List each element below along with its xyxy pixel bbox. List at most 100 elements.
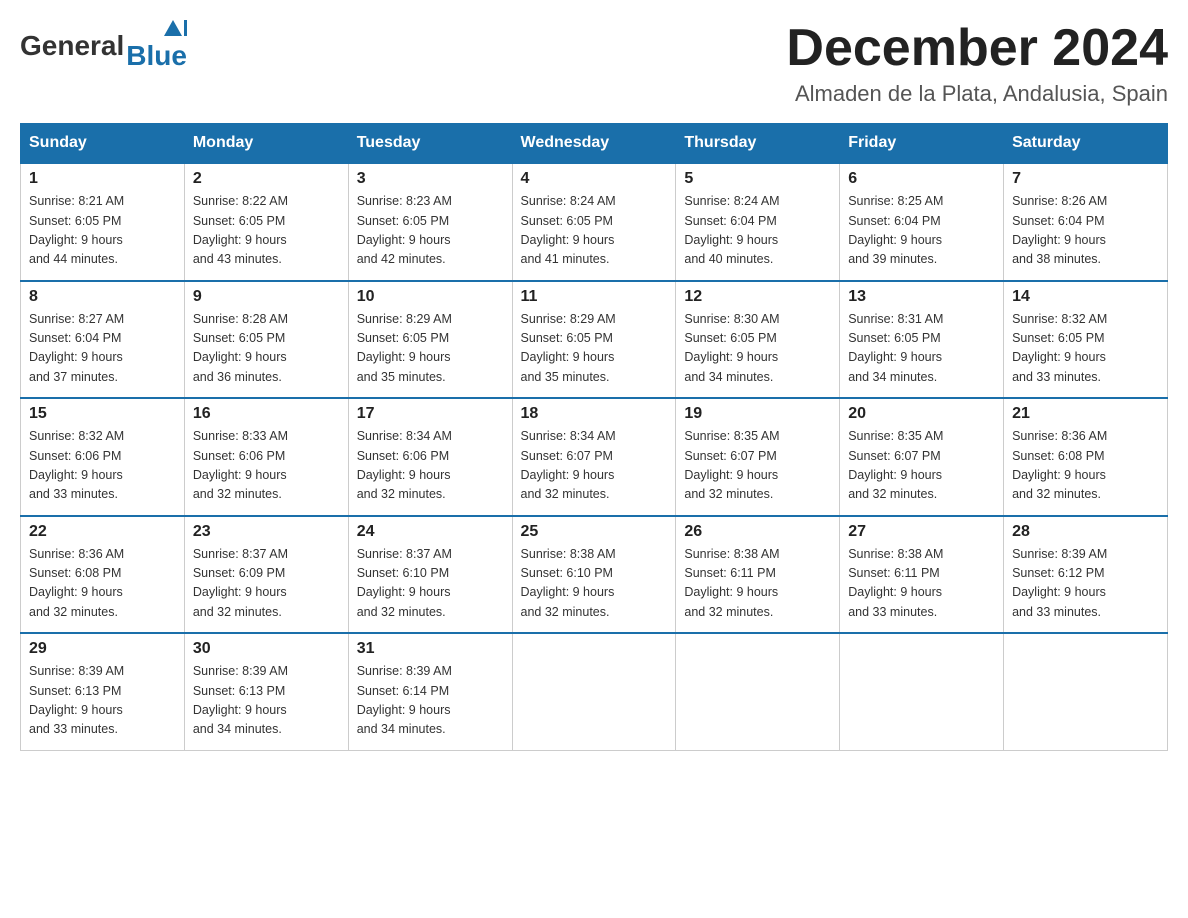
week-row-2: 8 Sunrise: 8:27 AMSunset: 6:04 PMDaylight… <box>21 281 1168 399</box>
calendar-cell: 6 Sunrise: 8:25 AMSunset: 6:04 PMDaylight… <box>840 163 1004 281</box>
calendar-cell <box>840 633 1004 750</box>
header-saturday: Saturday <box>1004 124 1168 164</box>
day-number: 16 <box>193 405 340 423</box>
calendar-cell <box>512 633 676 750</box>
calendar-cell: 28 Sunrise: 8:39 AMSunset: 6:12 PMDayligh… <box>1004 516 1168 634</box>
calendar-cell: 10Sunrise: 8:29 AMSunset: 6:05 PMDayligh… <box>348 281 512 399</box>
day-info: Sunrise: 8:34 AMSunset: 6:06 PMDaylight:… <box>357 427 504 505</box>
calendar-cell: 30 Sunrise: 8:39 AMSunset: 6:13 PMDayligh… <box>184 633 348 750</box>
day-number: 1 <box>29 170 176 188</box>
day-info: Sunrise: 8:22 AMSunset: 6:05 PMDaylight:… <box>193 192 340 270</box>
calendar-cell: 24Sunrise: 8:37 AMSunset: 6:10 PMDayligh… <box>348 516 512 634</box>
calendar-cell: 27Sunrise: 8:38 AMSunset: 6:11 PMDayligh… <box>840 516 1004 634</box>
day-number: 28 <box>1012 523 1159 541</box>
calendar-cell: 2 Sunrise: 8:22 AMSunset: 6:05 PMDaylight… <box>184 163 348 281</box>
day-info: Sunrise: 8:39 AMSunset: 6:13 PMDaylight:… <box>29 662 176 740</box>
week-row-1: 1Sunrise: 8:21 AMSunset: 6:05 PMDaylight… <box>21 163 1168 281</box>
header-monday: Monday <box>184 124 348 164</box>
day-number: 4 <box>521 170 668 188</box>
calendar-header: SundayMondayTuesdayWednesdayThursdayFrid… <box>21 124 1168 164</box>
calendar-cell: 21 Sunrise: 8:36 AMSunset: 6:08 PMDayligh… <box>1004 398 1168 516</box>
calendar-cell: 19 Sunrise: 8:35 AMSunset: 6:07 PMDayligh… <box>676 398 840 516</box>
day-number: 6 <box>848 170 995 188</box>
day-number: 3 <box>357 170 504 188</box>
day-info: Sunrise: 8:39 AMSunset: 6:12 PMDaylight:… <box>1012 545 1159 623</box>
day-number: 14 <box>1012 288 1159 306</box>
day-info: Sunrise: 8:36 AMSunset: 6:08 PMDaylight:… <box>1012 427 1159 505</box>
logo: General Blue <box>20 20 187 72</box>
day-number: 31 <box>357 640 504 658</box>
logo-blue-text: Blue <box>126 40 187 72</box>
day-info: Sunrise: 8:28 AMSunset: 6:05 PMDaylight:… <box>193 310 340 388</box>
location-subtitle: Almaden de la Plata, Andalusia, Spain <box>786 81 1168 107</box>
calendar-cell: 16Sunrise: 8:33 AMSunset: 6:06 PMDayligh… <box>184 398 348 516</box>
calendar-cell: 26Sunrise: 8:38 AMSunset: 6:11 PMDayligh… <box>676 516 840 634</box>
day-info: Sunrise: 8:32 AMSunset: 6:06 PMDaylight:… <box>29 427 176 505</box>
calendar-cell: 5 Sunrise: 8:24 AMSunset: 6:04 PMDaylight… <box>676 163 840 281</box>
day-number: 22 <box>29 523 176 541</box>
day-info: Sunrise: 8:35 AMSunset: 6:07 PMDaylight:… <box>684 427 831 505</box>
logo-blue-part: Blue <box>124 20 187 72</box>
day-info: Sunrise: 8:27 AMSunset: 6:04 PMDaylight:… <box>29 310 176 388</box>
calendar-cell <box>676 633 840 750</box>
day-number: 11 <box>521 288 668 306</box>
day-info: Sunrise: 8:39 AMSunset: 6:13 PMDaylight:… <box>193 662 340 740</box>
calendar-cell: 11Sunrise: 8:29 AMSunset: 6:05 PMDayligh… <box>512 281 676 399</box>
logo-general-text: General <box>20 30 124 62</box>
header-sunday: Sunday <box>21 124 185 164</box>
calendar-cell: 9 Sunrise: 8:28 AMSunset: 6:05 PMDaylight… <box>184 281 348 399</box>
header-friday: Friday <box>840 124 1004 164</box>
calendar-cell: 17 Sunrise: 8:34 AMSunset: 6:06 PMDayligh… <box>348 398 512 516</box>
day-number: 13 <box>848 288 995 306</box>
day-number: 12 <box>684 288 831 306</box>
header-thursday: Thursday <box>676 124 840 164</box>
day-number: 29 <box>29 640 176 658</box>
day-number: 26 <box>684 523 831 541</box>
day-number: 30 <box>193 640 340 658</box>
day-info: Sunrise: 8:31 AMSunset: 6:05 PMDaylight:… <box>848 310 995 388</box>
day-number: 2 <box>193 170 340 188</box>
day-number: 25 <box>521 523 668 541</box>
week-row-4: 22 Sunrise: 8:36 AMSunset: 6:08 PMDayligh… <box>21 516 1168 634</box>
day-info: Sunrise: 8:26 AMSunset: 6:04 PMDaylight:… <box>1012 192 1159 270</box>
day-number: 10 <box>357 288 504 306</box>
day-info: Sunrise: 8:23 AMSunset: 6:05 PMDaylight:… <box>357 192 504 270</box>
day-number: 5 <box>684 170 831 188</box>
calendar-cell: 29 Sunrise: 8:39 AMSunset: 6:13 PMDayligh… <box>21 633 185 750</box>
calendar-cell: 1Sunrise: 8:21 AMSunset: 6:05 PMDaylight… <box>21 163 185 281</box>
day-number: 27 <box>848 523 995 541</box>
header-row: SundayMondayTuesdayWednesdayThursdayFrid… <box>21 124 1168 164</box>
calendar-cell: 25 Sunrise: 8:38 AMSunset: 6:10 PMDayligh… <box>512 516 676 634</box>
logo-triangle-icon <box>164 20 182 36</box>
calendar-cell: 7 Sunrise: 8:26 AMSunset: 6:04 PMDaylight… <box>1004 163 1168 281</box>
calendar-cell: 22 Sunrise: 8:36 AMSunset: 6:08 PMDayligh… <box>21 516 185 634</box>
calendar-body: 1Sunrise: 8:21 AMSunset: 6:05 PMDaylight… <box>21 163 1168 750</box>
calendar-table: SundayMondayTuesdayWednesdayThursdayFrid… <box>20 123 1168 751</box>
day-info: Sunrise: 8:30 AMSunset: 6:05 PMDaylight:… <box>684 310 831 388</box>
calendar-cell: 15Sunrise: 8:32 AMSunset: 6:06 PMDayligh… <box>21 398 185 516</box>
day-info: Sunrise: 8:38 AMSunset: 6:10 PMDaylight:… <box>521 545 668 623</box>
logo-line-icon <box>184 20 187 36</box>
calendar-cell: 12 Sunrise: 8:30 AMSunset: 6:05 PMDayligh… <box>676 281 840 399</box>
day-number: 20 <box>848 405 995 423</box>
day-info: Sunrise: 8:25 AMSunset: 6:04 PMDaylight:… <box>848 192 995 270</box>
day-info: Sunrise: 8:36 AMSunset: 6:08 PMDaylight:… <box>29 545 176 623</box>
week-row-3: 15Sunrise: 8:32 AMSunset: 6:06 PMDayligh… <box>21 398 1168 516</box>
day-number: 17 <box>357 405 504 423</box>
day-number: 21 <box>1012 405 1159 423</box>
day-number: 23 <box>193 523 340 541</box>
calendar-cell: 23 Sunrise: 8:37 AMSunset: 6:09 PMDayligh… <box>184 516 348 634</box>
day-info: Sunrise: 8:24 AMSunset: 6:04 PMDaylight:… <box>684 192 831 270</box>
calendar-cell: 31Sunrise: 8:39 AMSunset: 6:14 PMDayligh… <box>348 633 512 750</box>
day-number: 8 <box>29 288 176 306</box>
day-number: 24 <box>357 523 504 541</box>
day-number: 7 <box>1012 170 1159 188</box>
day-info: Sunrise: 8:35 AMSunset: 6:07 PMDaylight:… <box>848 427 995 505</box>
day-number: 18 <box>521 405 668 423</box>
title-section: December 2024 Almaden de la Plata, Andal… <box>786 20 1168 107</box>
day-number: 9 <box>193 288 340 306</box>
day-number: 19 <box>684 405 831 423</box>
calendar-cell: 14Sunrise: 8:32 AMSunset: 6:05 PMDayligh… <box>1004 281 1168 399</box>
header-wednesday: Wednesday <box>512 124 676 164</box>
day-info: Sunrise: 8:37 AMSunset: 6:09 PMDaylight:… <box>193 545 340 623</box>
